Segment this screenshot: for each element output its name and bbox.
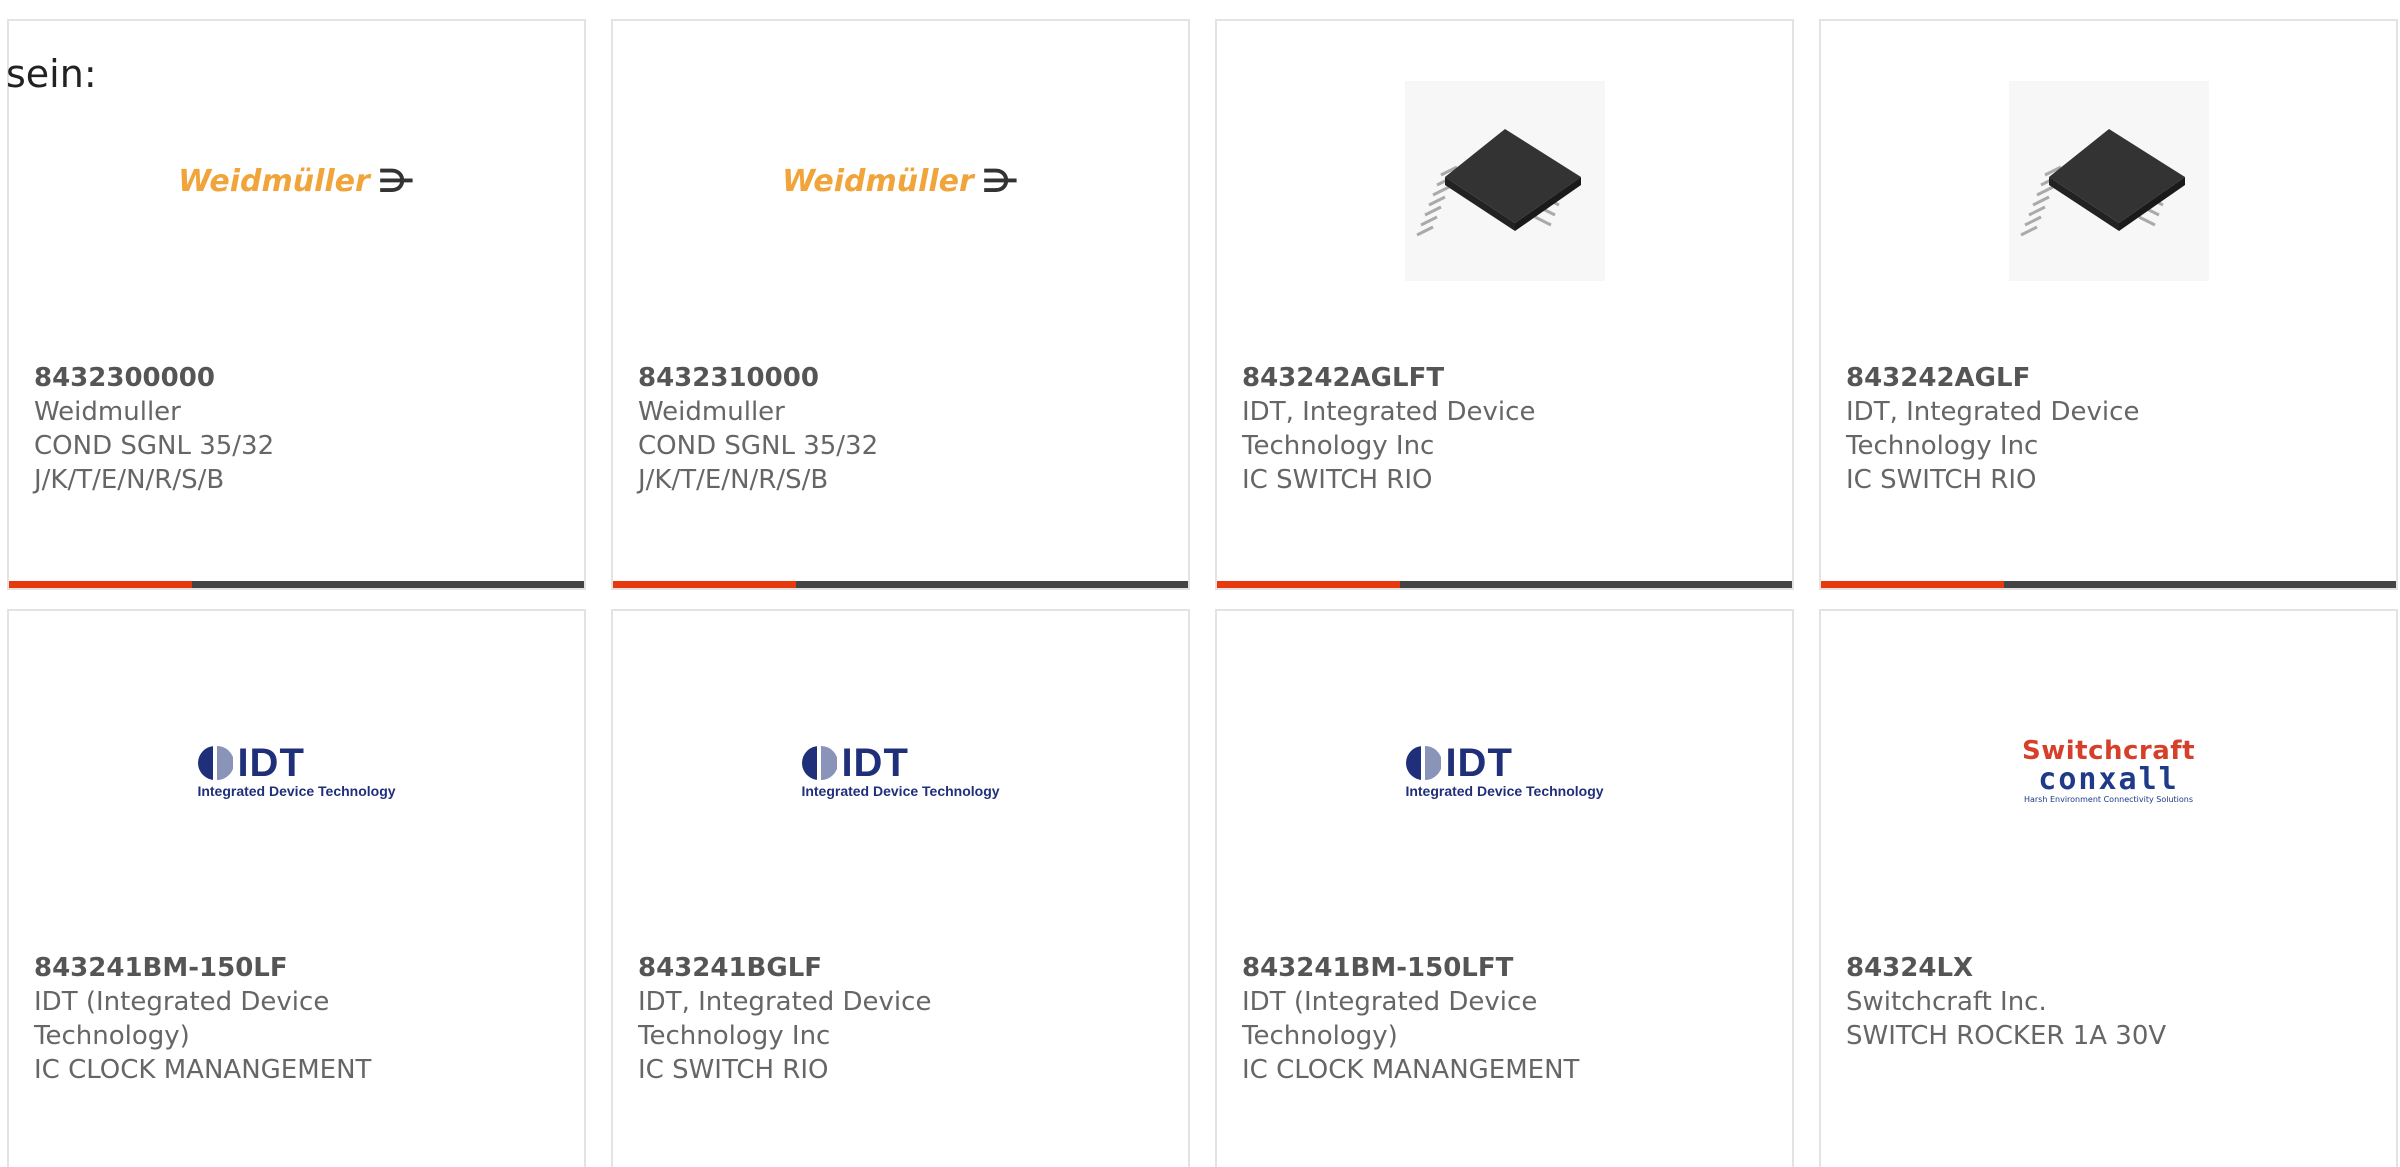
product-image: IDT Integrated Device Technology <box>9 671 584 871</box>
idt-logo: IDT Integrated Device Technology <box>1405 743 1603 799</box>
switchcraft-logo-text: Switchcraft <box>2021 736 2196 766</box>
manufacturer: Technology) <box>34 1021 190 1051</box>
manufacturer: IDT, Integrated Device <box>1242 397 1536 427</box>
part-number[interactable]: 843242AGLF <box>1846 361 2376 395</box>
chip-icon <box>2008 81 2209 281</box>
manufacturer: Technology Inc <box>1846 431 2039 461</box>
product-card[interactable]: IDT Integrated Device Technology 843241B… <box>1215 609 1794 1167</box>
card-accent <box>613 581 796 588</box>
manufacturer: IDT, Integrated Device <box>638 987 932 1017</box>
part-number[interactable]: 8432310000 <box>638 361 1168 395</box>
product-info: 843241BM-150LFT IDT (Integrated Device T… <box>1242 951 1772 1087</box>
manufacturer: IDT (Integrated Device <box>1242 987 1538 1017</box>
description: IC SWITCH RIO <box>1846 465 2037 495</box>
card-accent <box>9 581 192 588</box>
description: IC CLOCK MANANGEMENT <box>34 1055 372 1085</box>
product-card[interactable]: Weidmüller ⋺ 8432300000 Weidmuller COND … <box>7 19 586 590</box>
manufacturer: IDT, Integrated Device <box>1846 397 2140 427</box>
idt-mark-icon <box>198 746 234 780</box>
product-image: IDT Integrated Device Technology <box>1217 671 1792 871</box>
idt-logo-subtext: Integrated Device Technology <box>801 783 1000 799</box>
product-image: Weidmüller ⋺ <box>9 81 584 281</box>
description: SWITCH ROCKER 1A 30V <box>1846 1021 2167 1051</box>
card-bottom-bar <box>1217 581 1792 588</box>
product-info: 84324LX Switchcraft Inc. SWITCH ROCKER 1… <box>1846 951 2376 1053</box>
logo-text: Weidmüller <box>178 163 370 199</box>
switchcraft-logo: Switchcraft conxall Harsh Environment Co… <box>2022 737 2195 805</box>
product-image <box>1821 81 2396 281</box>
idt-mark-icon <box>1406 746 1442 780</box>
description: IC SWITCH RIO <box>638 1055 829 1085</box>
product-card[interactable]: 843242AGLFT IDT, Integrated Device Techn… <box>1215 19 1794 590</box>
part-number[interactable]: 8432300000 <box>34 361 564 395</box>
product-info: 8432300000 Weidmuller COND SGNL 35/32 J/… <box>34 361 564 497</box>
product-grid-page: sein: Weidmüller ⋺ 8432300000 Weidmuller… <box>0 0 2400 1167</box>
logo-text: Weidmüller <box>782 163 974 199</box>
manufacturer: Weidmuller <box>638 397 785 427</box>
product-card[interactable]: IDT Integrated Device Technology 843241B… <box>611 609 1190 1167</box>
description: COND SGNL 35/32 <box>638 431 879 461</box>
manufacturer: Weidmuller <box>34 397 181 427</box>
manufacturer: Technology Inc <box>1242 431 1435 461</box>
product-card[interactable]: Switchcraft conxall Harsh Environment Co… <box>1819 609 2398 1167</box>
card-accent <box>1217 581 1400 588</box>
part-number[interactable]: 84324LX <box>1846 951 2376 985</box>
weidmuller-logo: Weidmüller ⋺ <box>782 162 1019 200</box>
idt-logo-text: IDT <box>237 741 305 785</box>
part-number[interactable]: 843241BM-150LF <box>34 951 564 985</box>
description: IC CLOCK MANANGEMENT <box>1242 1055 1580 1085</box>
product-info: 8432310000 Weidmuller COND SGNL 35/32 J/… <box>638 361 1168 497</box>
card-bottom-bar <box>9 581 584 588</box>
product-card[interactable]: Weidmüller ⋺ 8432310000 Weidmuller COND … <box>611 19 1190 590</box>
card-bottom-bar <box>1821 581 2396 588</box>
weidmuller-mark-icon: ⋺ <box>981 162 1019 200</box>
manufacturer: IDT (Integrated Device <box>34 987 330 1017</box>
description: COND SGNL 35/32 <box>34 431 275 461</box>
idt-logo: IDT Integrated Device Technology <box>197 743 395 799</box>
intro-text: sein: <box>6 52 97 96</box>
switchcraft-logo-tagline: Harsh Environment Connectivity Solutions <box>2023 795 2194 804</box>
idt-logo-subtext: Integrated Device Technology <box>1405 783 1604 799</box>
manufacturer: Switchcraft Inc. <box>1846 987 2047 1017</box>
description: J/K/T/E/N/R/S/B <box>638 465 829 495</box>
weidmuller-logo: Weidmüller ⋺ <box>178 162 415 200</box>
idt-mark-icon <box>802 746 838 780</box>
product-image: IDT Integrated Device Technology <box>613 671 1188 871</box>
part-number[interactable]: 843242AGLFT <box>1242 361 1772 395</box>
weidmuller-mark-icon: ⋺ <box>377 162 415 200</box>
idt-logo-text: IDT <box>841 741 909 785</box>
product-info: 843241BM-150LF IDT (Integrated Device Te… <box>34 951 564 1087</box>
card-bottom-bar <box>613 581 1188 588</box>
product-info: 843242AGLF IDT, Integrated Device Techno… <box>1846 361 2376 497</box>
manufacturer: Technology) <box>1242 1021 1398 1051</box>
description: IC SWITCH RIO <box>1242 465 1433 495</box>
part-number[interactable]: 843241BGLF <box>638 951 1168 985</box>
product-card[interactable]: 843242AGLF IDT, Integrated Device Techno… <box>1819 19 2398 590</box>
conxall-logo-text: conxall <box>2038 762 2179 797</box>
idt-logo-subtext: Integrated Device Technology <box>197 783 396 799</box>
description: J/K/T/E/N/R/S/B <box>34 465 225 495</box>
product-info: 843241BGLF IDT, Integrated Device Techno… <box>638 951 1168 1087</box>
chip-icon <box>1404 81 1605 281</box>
card-accent <box>1821 581 2004 588</box>
product-image: Weidmüller ⋺ <box>613 81 1188 281</box>
product-image <box>1217 81 1792 281</box>
product-info: 843242AGLFT IDT, Integrated Device Techn… <box>1242 361 1772 497</box>
part-number[interactable]: 843241BM-150LFT <box>1242 951 1772 985</box>
idt-logo: IDT Integrated Device Technology <box>801 743 999 799</box>
product-image: Switchcraft conxall Harsh Environment Co… <box>1821 671 2396 871</box>
manufacturer: Technology Inc <box>638 1021 831 1051</box>
idt-logo-text: IDT <box>1445 741 1513 785</box>
product-card[interactable]: IDT Integrated Device Technology 843241B… <box>7 609 586 1167</box>
